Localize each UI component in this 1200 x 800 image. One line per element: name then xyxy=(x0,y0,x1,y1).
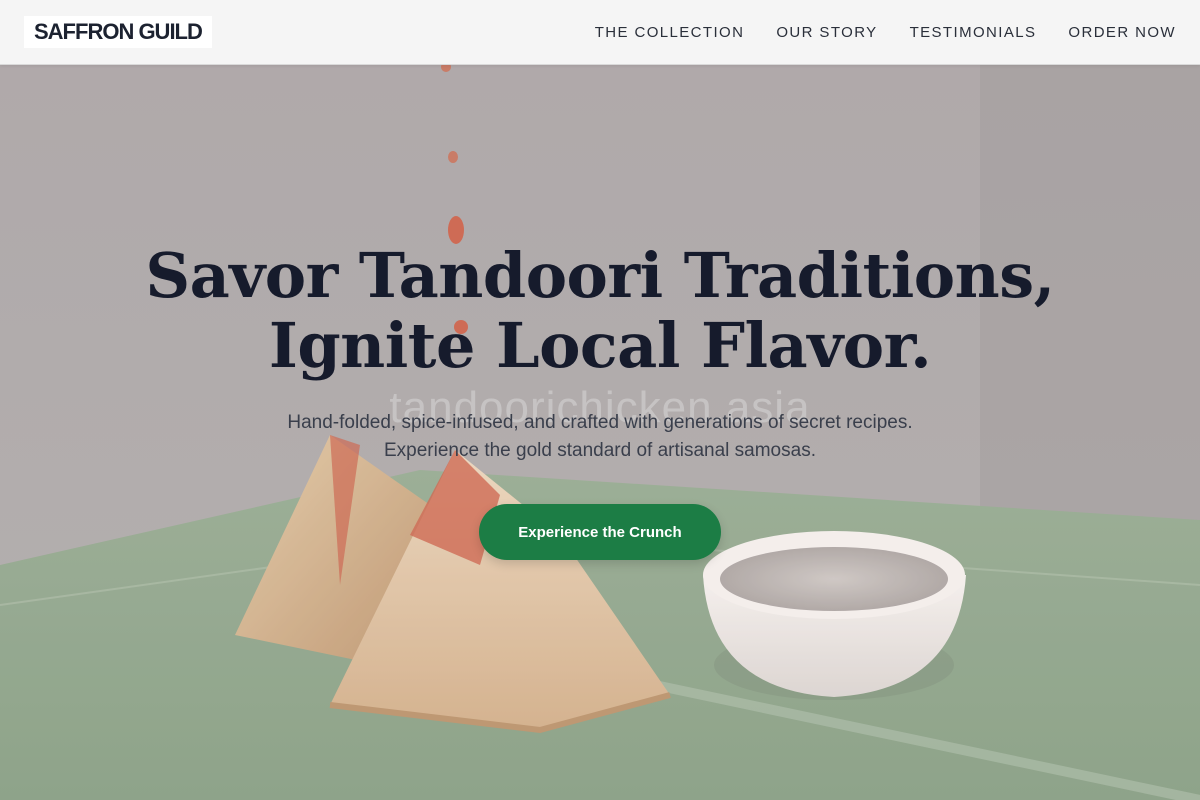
hero-title: Savor Tandoori Traditions, Ignite Local … xyxy=(0,241,1200,381)
nav-link-our-story[interactable]: OUR STORY xyxy=(776,24,877,41)
nav-link-the-collection[interactable]: THE COLLECTION xyxy=(595,24,745,41)
hero-subtitle-line-1: Hand-folded, spice-infused, and crafted … xyxy=(287,412,913,433)
main-nav: THE COLLECTION OUR STORY TESTIMONIALS OR… xyxy=(595,0,1176,64)
landing-page: SAFFRON GUILD THE COLLECTION OUR STORY T… xyxy=(0,0,1200,800)
hero-subtitle: Hand-folded, spice-infused, and crafted … xyxy=(0,409,1200,465)
site-header: SAFFRON GUILD THE COLLECTION OUR STORY T… xyxy=(0,0,1200,65)
hero-title-line-1: Savor Tandoori Traditions, xyxy=(145,239,1055,312)
nav-link-testimonials[interactable]: TESTIMONIALS xyxy=(910,24,1037,41)
nav-link-order-now[interactable]: ORDER NOW xyxy=(1068,24,1176,41)
hero-subtitle-line-2: Experience the gold standard of artisana… xyxy=(384,440,816,461)
site-logo[interactable]: SAFFRON GUILD xyxy=(24,16,212,48)
hero-section: tandoorichicken.asia Savor Tandoori Trad… xyxy=(0,65,1200,800)
hero-title-line-2: Ignite Local Flavor. xyxy=(268,309,932,382)
experience-the-crunch-button[interactable]: Experience the Crunch xyxy=(479,504,721,560)
